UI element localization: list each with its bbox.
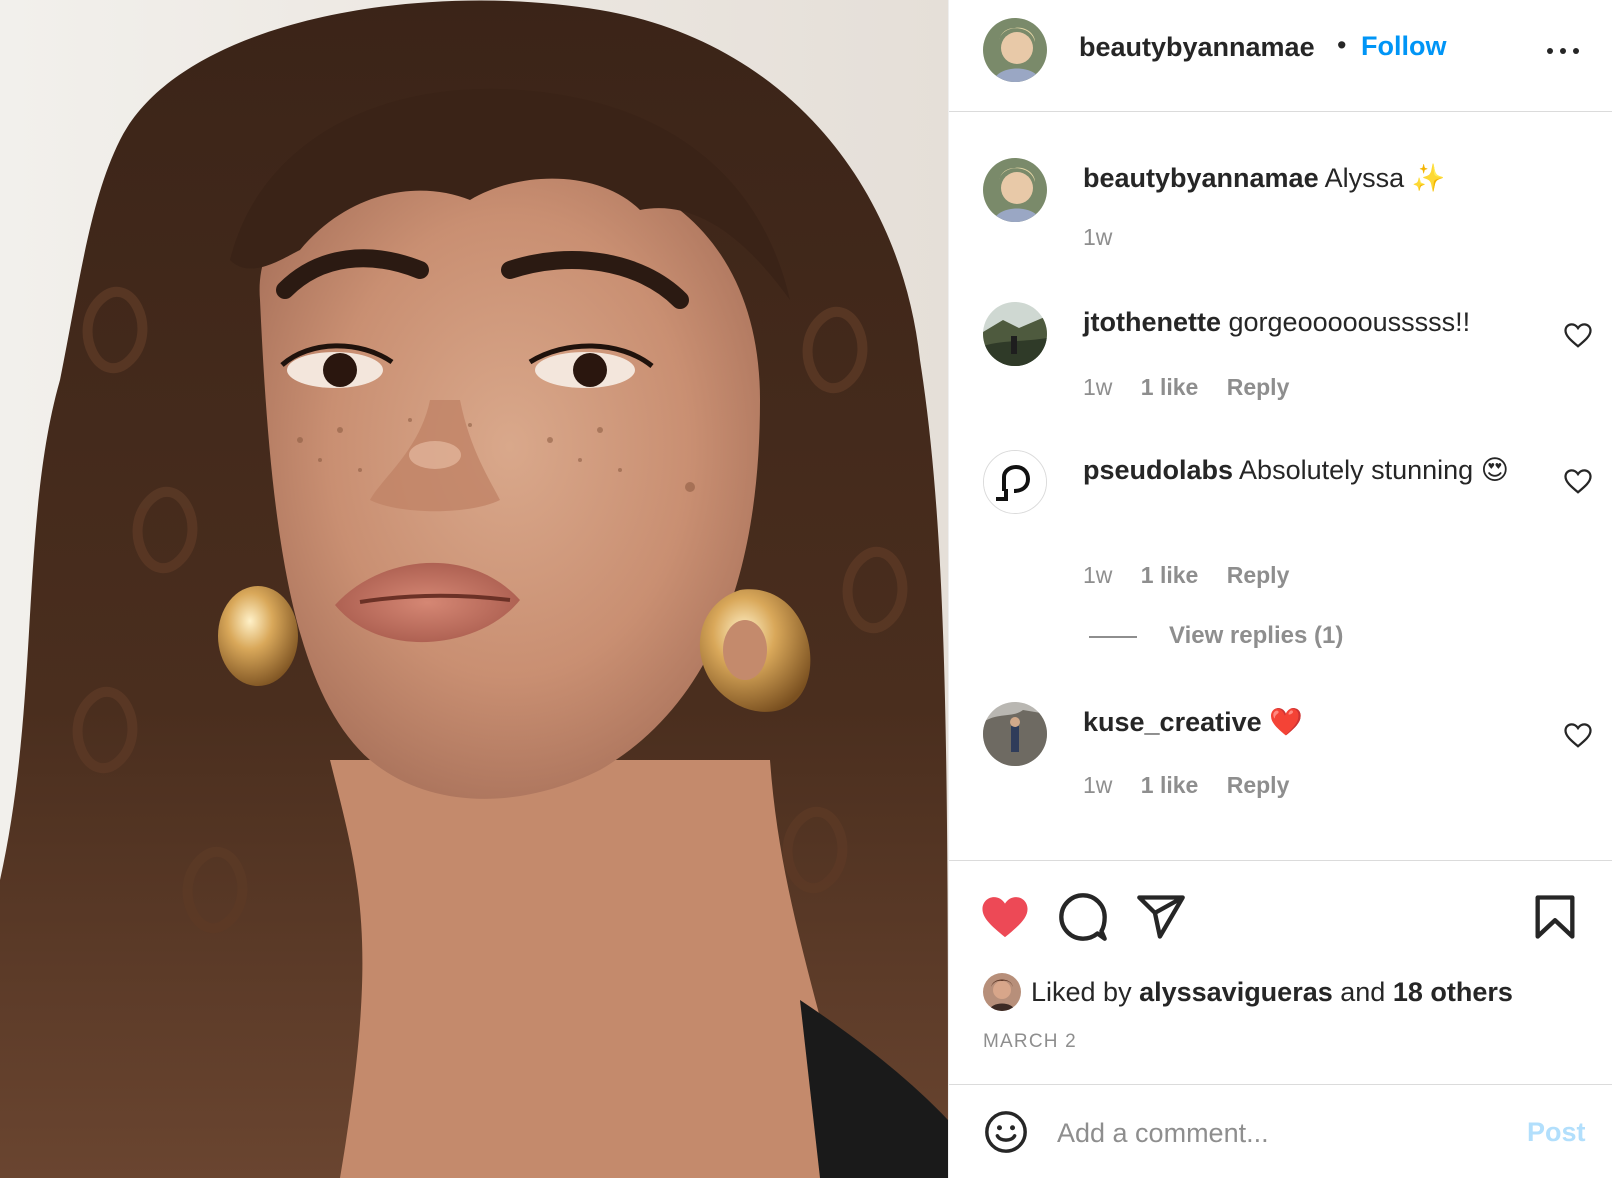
heart-filled-icon[interactable]: [979, 891, 1031, 943]
post-button[interactable]: Post: [1527, 1117, 1586, 1148]
comment-likes[interactable]: 1 like: [1141, 374, 1199, 400]
comment-meta: 1w 1 like Reply: [1083, 772, 1311, 799]
reply-button[interactable]: Reply: [1227, 374, 1290, 400]
comment-item: jtothenette gorgeooooousssss!! 1w 1 like…: [949, 302, 1612, 412]
liked-by-prefix: Liked by: [1031, 977, 1132, 1007]
caption-text: beautybyannamae Alyssa ✨: [1083, 160, 1523, 196]
commenter-avatar[interactable]: [983, 702, 1047, 766]
follow-button[interactable]: Follow: [1361, 31, 1446, 62]
caption-username[interactable]: beautybyannamae: [1083, 163, 1319, 193]
caption: beautybyannamae Alyssa ✨ 1w: [949, 158, 1612, 268]
comment-time[interactable]: 1w: [1083, 562, 1112, 588]
comment-content: ❤️: [1269, 707, 1303, 737]
separator-dot: •: [1337, 30, 1347, 60]
comment-like-heart-icon[interactable]: [1563, 320, 1593, 350]
comment-text: pseudolabs Absolutely stunning 😍: [1083, 452, 1523, 488]
replies-divider: [1089, 636, 1137, 638]
caption-content: Alyssa ✨: [1324, 163, 1446, 193]
comment-username[interactable]: pseudolabs: [1083, 455, 1233, 485]
comment-like-heart-icon[interactable]: [1563, 466, 1593, 496]
liked-by-others[interactable]: 18 others: [1393, 977, 1513, 1007]
comment-likes[interactable]: 1 like: [1141, 562, 1199, 588]
post-header: beautybyannamae • Follow: [949, 0, 1612, 112]
liked-by-user[interactable]: alyssavigueras: [1139, 977, 1333, 1007]
emoji-icon[interactable]: [983, 1109, 1029, 1155]
comment-icon[interactable]: [1057, 891, 1109, 943]
comment-composer: Post: [949, 1084, 1612, 1178]
comment-time[interactable]: 1w: [1083, 374, 1112, 400]
comments-list[interactable]: beautybyannamae Alyssa ✨ 1w jtothenette …: [949, 112, 1612, 860]
comment-meta: 1w 1 like Reply: [1083, 374, 1311, 401]
caption-avatar[interactable]: [983, 158, 1047, 222]
comment-text: kuse_creative ❤️: [1083, 704, 1523, 740]
comment-item: kuse_creative ❤️ 1w 1 like Reply: [949, 702, 1612, 812]
comment-username[interactable]: jtothenette: [1083, 307, 1221, 337]
comment-content: Absolutely stunning 😍: [1239, 455, 1509, 485]
commenter-avatar[interactable]: [983, 450, 1047, 514]
comment-input[interactable]: [1057, 1113, 1487, 1153]
comment-username[interactable]: kuse_creative: [1083, 707, 1262, 737]
liker-avatar[interactable]: [983, 973, 1021, 1011]
comment-meta: 1w 1 like Reply: [1083, 562, 1311, 589]
more-options-icon[interactable]: [1543, 36, 1583, 66]
post-date[interactable]: MARCH 2: [983, 1031, 1077, 1053]
comment-like-heart-icon[interactable]: [1563, 720, 1593, 750]
comment-text: jtothenette gorgeooooousssss!!: [1083, 304, 1523, 340]
reply-button[interactable]: Reply: [1227, 772, 1290, 798]
liked-by-text: Liked by alyssavigueras and 18 others: [1031, 977, 1513, 1008]
liked-by-and: and: [1340, 977, 1386, 1007]
caption-time[interactable]: 1w: [1083, 224, 1112, 250]
post-actions: Liked by alyssavigueras and 18 others MA…: [949, 860, 1612, 1084]
bookmark-icon[interactable]: [1529, 891, 1581, 943]
caption-meta: 1w: [1083, 224, 1134, 251]
comment-likes[interactable]: 1 like: [1141, 772, 1199, 798]
comment-item: pseudolabs Absolutely stunning 😍 1w 1 li…: [949, 450, 1612, 600]
view-replies-label: View replies (1): [1169, 622, 1344, 649]
post-photo[interactable]: [0, 0, 948, 1178]
author-avatar[interactable]: [983, 18, 1047, 82]
reply-button[interactable]: Reply: [1227, 562, 1290, 588]
post-sidebar: beautybyannamae • Follow beautybyannamae…: [948, 0, 1612, 1178]
comment-content: gorgeooooousssss!!: [1228, 307, 1471, 337]
commenter-avatar[interactable]: [983, 302, 1047, 366]
portrait-image: [0, 0, 948, 1178]
author-username[interactable]: beautybyannamae: [1079, 32, 1315, 63]
comment-time[interactable]: 1w: [1083, 772, 1112, 798]
share-icon[interactable]: [1135, 891, 1187, 943]
